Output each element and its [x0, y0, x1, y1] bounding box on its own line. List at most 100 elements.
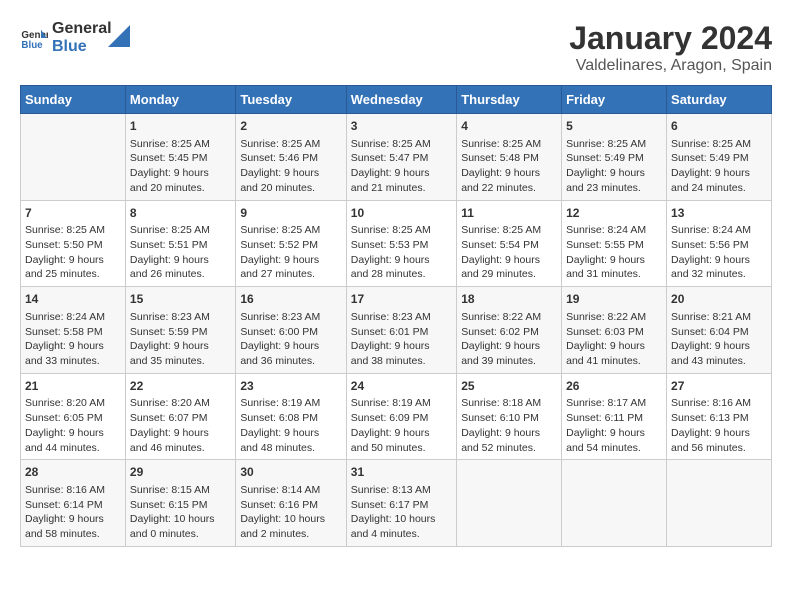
cell-content: 8Sunrise: 8:25 AMSunset: 5:51 PMDaylight…: [130, 205, 231, 283]
cell-content: 20Sunrise: 8:21 AMSunset: 6:04 PMDayligh…: [671, 291, 767, 369]
calendar-cell: [21, 114, 126, 201]
cell-line: and 32 minutes.: [671, 267, 767, 282]
day-number: 31: [351, 464, 452, 481]
cell-line: and 41 minutes.: [566, 354, 662, 369]
cell-line: and 50 minutes.: [351, 441, 452, 456]
calendar-cell: 26Sunrise: 8:17 AMSunset: 6:11 PMDayligh…: [562, 373, 667, 460]
header-day-thursday: Thursday: [457, 86, 562, 114]
cell-line: Sunrise: 8:25 AM: [240, 223, 341, 238]
cell-content: 1Sunrise: 8:25 AMSunset: 5:45 PMDaylight…: [130, 118, 231, 196]
cell-line: Daylight: 10 hours: [351, 512, 452, 527]
day-number: 19: [566, 291, 662, 308]
day-number: 24: [351, 378, 452, 395]
cell-line: Daylight: 9 hours: [671, 426, 767, 441]
calendar-cell: 23Sunrise: 8:19 AMSunset: 6:08 PMDayligh…: [236, 373, 346, 460]
cell-line: Sunset: 5:45 PM: [130, 151, 231, 166]
cell-content: 2Sunrise: 8:25 AMSunset: 5:46 PMDaylight…: [240, 118, 341, 196]
cell-line: Sunset: 6:17 PM: [351, 498, 452, 513]
cell-line: Sunset: 6:09 PM: [351, 411, 452, 426]
day-number: 22: [130, 378, 231, 395]
header-row: SundayMondayTuesdayWednesdayThursdayFrid…: [21, 86, 772, 114]
cell-line: and 20 minutes.: [130, 181, 231, 196]
day-number: 21: [25, 378, 121, 395]
cell-line: Sunrise: 8:13 AM: [351, 483, 452, 498]
calendar-cell: 2Sunrise: 8:25 AMSunset: 5:46 PMDaylight…: [236, 114, 346, 201]
cell-line: Sunset: 5:47 PM: [351, 151, 452, 166]
cell-content: 5Sunrise: 8:25 AMSunset: 5:49 PMDaylight…: [566, 118, 662, 196]
day-number: 30: [240, 464, 341, 481]
cell-line: Daylight: 9 hours: [25, 426, 121, 441]
calendar-cell: 25Sunrise: 8:18 AMSunset: 6:10 PMDayligh…: [457, 373, 562, 460]
cell-line: Daylight: 9 hours: [461, 166, 557, 181]
calendar-title: January 2024: [569, 20, 772, 57]
cell-line: Daylight: 9 hours: [351, 339, 452, 354]
cell-line: Daylight: 9 hours: [566, 339, 662, 354]
cell-content: 23Sunrise: 8:19 AMSunset: 6:08 PMDayligh…: [240, 378, 341, 456]
cell-line: Sunrise: 8:25 AM: [566, 137, 662, 152]
calendar-cell: 20Sunrise: 8:21 AMSunset: 6:04 PMDayligh…: [667, 287, 772, 374]
cell-line: Sunset: 5:46 PM: [240, 151, 341, 166]
cell-line: Daylight: 9 hours: [671, 253, 767, 268]
day-number: 25: [461, 378, 557, 395]
cell-content: 21Sunrise: 8:20 AMSunset: 6:05 PMDayligh…: [25, 378, 121, 456]
header: General Blue General Blue January 2024 V…: [20, 20, 772, 75]
cell-line: and 28 minutes.: [351, 267, 452, 282]
cell-line: and 46 minutes.: [130, 441, 231, 456]
week-row-3: 14Sunrise: 8:24 AMSunset: 5:58 PMDayligh…: [21, 287, 772, 374]
cell-line: Sunrise: 8:25 AM: [351, 223, 452, 238]
cell-line: Daylight: 9 hours: [240, 253, 341, 268]
cell-line: Sunrise: 8:15 AM: [130, 483, 231, 498]
logo: General Blue General Blue: [20, 20, 130, 55]
cell-line: and 0 minutes.: [130, 527, 231, 542]
week-row-5: 28Sunrise: 8:16 AMSunset: 6:14 PMDayligh…: [21, 460, 772, 547]
calendar-cell: 30Sunrise: 8:14 AMSunset: 6:16 PMDayligh…: [236, 460, 346, 547]
cell-line: Sunset: 6:15 PM: [130, 498, 231, 513]
calendar-cell: 18Sunrise: 8:22 AMSunset: 6:02 PMDayligh…: [457, 287, 562, 374]
cell-line: Sunset: 6:00 PM: [240, 325, 341, 340]
cell-line: Sunset: 6:05 PM: [25, 411, 121, 426]
cell-line: Sunset: 5:52 PM: [240, 238, 341, 253]
calendar-cell: 31 Sunrise: 8:13 AMSunset: 6:17 PMDayligh…: [346, 460, 456, 547]
cell-line: Daylight: 9 hours: [671, 166, 767, 181]
cell-line: Daylight: 9 hours: [130, 339, 231, 354]
calendar-cell: 7Sunrise: 8:25 AMSunset: 5:50 PMDaylight…: [21, 200, 126, 287]
cell-line: Daylight: 9 hours: [351, 426, 452, 441]
header-day-wednesday: Wednesday: [346, 86, 456, 114]
cell-line: Daylight: 9 hours: [25, 253, 121, 268]
cell-line: Sunrise: 8:14 AM: [240, 483, 341, 498]
cell-line: Sunrise: 8:25 AM: [351, 137, 452, 152]
cell-content: 12Sunrise: 8:24 AMSunset: 5:55 PMDayligh…: [566, 205, 662, 283]
logo-general: General: [52, 20, 112, 38]
title-area: January 2024 Valdelinares, Aragon, Spain: [569, 20, 772, 75]
cell-line: Daylight: 9 hours: [240, 339, 341, 354]
cell-line: Sunset: 6:03 PM: [566, 325, 662, 340]
calendar-cell: 19Sunrise: 8:22 AMSunset: 6:03 PMDayligh…: [562, 287, 667, 374]
day-number: 23: [240, 378, 341, 395]
cell-line: and 23 minutes.: [566, 181, 662, 196]
day-number: 2: [240, 118, 341, 135]
calendar-cell: 27Sunrise: 8:16 AMSunset: 6:13 PMDayligh…: [667, 373, 772, 460]
header-day-friday: Friday: [562, 86, 667, 114]
calendar-cell: [562, 460, 667, 547]
cell-line: and 4 minutes.: [351, 527, 452, 542]
cell-line: and 54 minutes.: [566, 441, 662, 456]
cell-line: Sunset: 6:11 PM: [566, 411, 662, 426]
calendar-cell: 8Sunrise: 8:25 AMSunset: 5:51 PMDaylight…: [125, 200, 235, 287]
cell-content: 17Sunrise: 8:23 AMSunset: 6:01 PMDayligh…: [351, 291, 452, 369]
cell-line: Daylight: 9 hours: [461, 426, 557, 441]
calendar-cell: 9Sunrise: 8:25 AMSunset: 5:52 PMDaylight…: [236, 200, 346, 287]
cell-content: 15Sunrise: 8:23 AMSunset: 5:59 PMDayligh…: [130, 291, 231, 369]
cell-line: Sunset: 6:14 PM: [25, 498, 121, 513]
day-number: 28: [25, 464, 121, 481]
day-number: 26: [566, 378, 662, 395]
cell-line: Sunrise: 8:19 AM: [351, 396, 452, 411]
calendar-cell: 24Sunrise: 8:19 AMSunset: 6:09 PMDayligh…: [346, 373, 456, 460]
cell-line: Sunset: 6:16 PM: [240, 498, 341, 513]
cell-line: Sunrise: 8:25 AM: [130, 137, 231, 152]
cell-line: and 39 minutes.: [461, 354, 557, 369]
cell-line: and 43 minutes.: [671, 354, 767, 369]
calendar-cell: 4Sunrise: 8:25 AMSunset: 5:48 PMDaylight…: [457, 114, 562, 201]
cell-line: and 27 minutes.: [240, 267, 341, 282]
calendar-table: SundayMondayTuesdayWednesdayThursdayFrid…: [20, 85, 772, 547]
cell-content: 7Sunrise: 8:25 AMSunset: 5:50 PMDaylight…: [25, 205, 121, 283]
